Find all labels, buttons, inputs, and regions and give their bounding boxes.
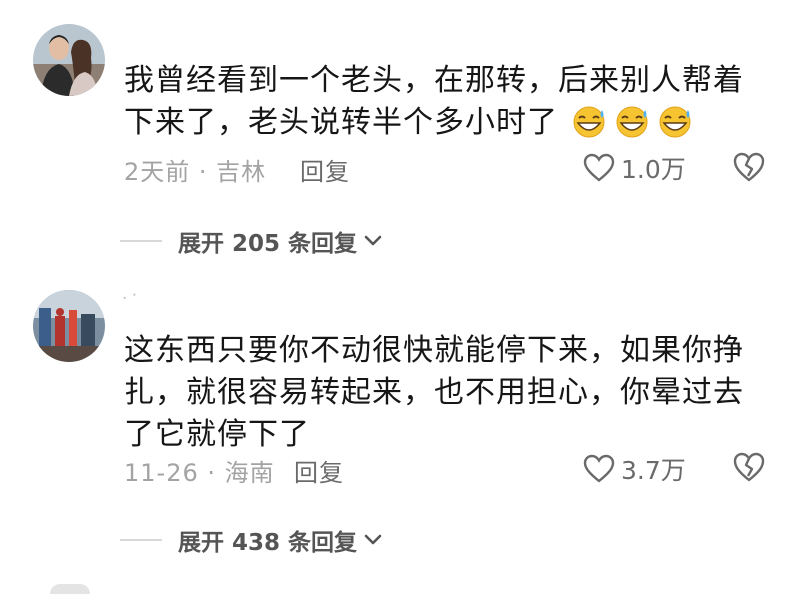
broken-heart-icon[interactable] — [732, 450, 766, 484]
grinning-sweat-emoji-icon — [659, 106, 691, 138]
like-button[interactable]: 1.0万 — [583, 150, 686, 186]
broken-heart-icon[interactable] — [732, 150, 766, 184]
like-button[interactable]: 3.7万 — [583, 451, 686, 487]
expand-replies-label: 展开 438 条回复 — [178, 530, 358, 556]
next-comment-avatar[interactable] — [50, 584, 90, 594]
expand-replies-button[interactable]: 展开 438 条回复 — [120, 523, 383, 557]
comment-meta: 11-26 · 海南 — [124, 459, 275, 487]
reply-button[interactable]: 回复 — [300, 152, 350, 187]
username: ⠂⠁ — [122, 292, 142, 306]
reply-button[interactable]: 回复 — [294, 453, 344, 488]
avatar-photo — [33, 24, 105, 96]
like-count: 3.7万 — [621, 456, 686, 485]
like-count: 1.0万 — [621, 155, 686, 184]
avatar-photo — [33, 290, 105, 362]
grinning-sweat-emoji-icon — [573, 106, 605, 138]
chevron-down-icon — [364, 235, 382, 246]
chevron-down-icon — [364, 534, 382, 545]
expand-replies-label: 展开 205 条回复 — [178, 231, 358, 257]
comment-body: 这东西只要你不动很快就能停下来，如果你挣扎，就很容易转起来，也不用担心，你晕过去… — [124, 333, 744, 452]
comment-meta: 2天前 · 吉林 — [124, 158, 267, 186]
avatar[interactable] — [33, 24, 105, 96]
grinning-sweat-emoji-icon — [616, 106, 648, 138]
avatar[interactable] — [33, 290, 105, 362]
heart-icon — [583, 153, 615, 182]
divider-line — [120, 539, 162, 541]
comment-text: 我曾经看到一个老头，在那转，后来别人帮着下来了，老头说转半个多小时了 — [124, 60, 764, 144]
comment-text: 这东西只要你不动很快就能停下来，如果你挣扎，就很容易转起来，也不用担心，你晕过去… — [124, 330, 764, 456]
heart-icon — [583, 454, 615, 483]
expand-replies-button[interactable]: 展开 205 条回复 — [120, 224, 383, 258]
divider-line — [120, 240, 162, 242]
